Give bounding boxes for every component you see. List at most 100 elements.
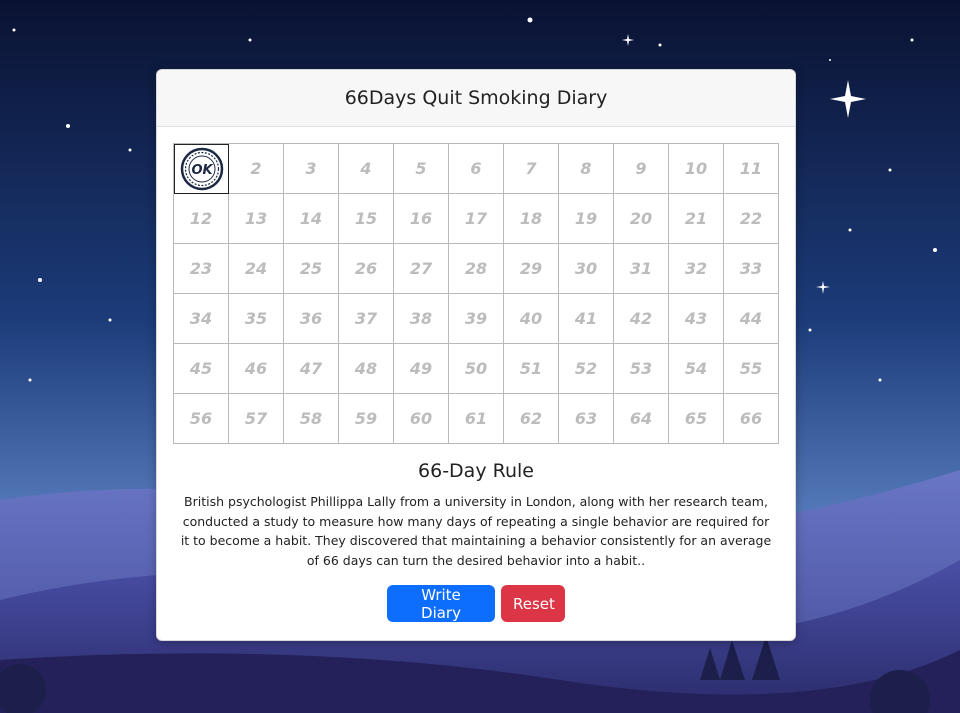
day-cell[interactable]: 21 (669, 194, 724, 244)
day-cell[interactable]: 42 (614, 294, 669, 344)
day-cell[interactable]: 48 (339, 344, 394, 394)
day-cell[interactable]: 49 (394, 344, 449, 394)
day-cell[interactable]: 31 (614, 244, 669, 294)
day-cell[interactable]: 18 (504, 194, 559, 244)
day-number: 47 (299, 359, 323, 378)
day-number: 28 (464, 259, 488, 278)
day-number: 30 (574, 259, 598, 278)
day-number: 26 (354, 259, 378, 278)
day-cell[interactable]: 39 (449, 294, 504, 344)
day-number: 17 (464, 209, 488, 228)
day-cell[interactable]: 36 (284, 294, 339, 344)
day-cell[interactable]: 4 (339, 144, 394, 194)
day-cell[interactable]: 46 (229, 344, 284, 394)
day-number: 14 (299, 209, 323, 228)
day-number: 12 (189, 209, 213, 228)
day-cell[interactable]: 17 (449, 194, 504, 244)
day-cell[interactable]: 40 (504, 294, 559, 344)
reset-button[interactable]: Reset (501, 585, 565, 622)
day-cell[interactable]: 3 (284, 144, 339, 194)
day-cell[interactable]: 19 (559, 194, 614, 244)
day-cell[interactable]: 33 (724, 244, 779, 294)
day-number: 59 (354, 409, 378, 428)
day-cell[interactable]: 53 (614, 344, 669, 394)
day-number: 5 (415, 159, 427, 178)
day-cell[interactable]: 66 (724, 394, 779, 444)
day-cell[interactable]: 44 (724, 294, 779, 344)
day-cell[interactable]: 61 (449, 394, 504, 444)
day-cell[interactable]: 16 (394, 194, 449, 244)
day-cell[interactable]: 34 (174, 294, 229, 344)
day-cell[interactable]: 25 (284, 244, 339, 294)
day-cell[interactable]: 29 (504, 244, 559, 294)
day-cell[interactable]: 64 (614, 394, 669, 444)
day-cell[interactable]: OK (174, 144, 229, 194)
day-cell[interactable]: 35 (229, 294, 284, 344)
day-cell[interactable]: 8 (559, 144, 614, 194)
day-cell[interactable]: 7 (504, 144, 559, 194)
day-cell[interactable]: 57 (229, 394, 284, 444)
day-cell[interactable]: 27 (394, 244, 449, 294)
day-number: 48 (354, 359, 378, 378)
day-cell[interactable]: 38 (394, 294, 449, 344)
day-cell[interactable]: 50 (449, 344, 504, 394)
day-number: 7 (525, 159, 537, 178)
day-cell[interactable]: 30 (559, 244, 614, 294)
day-number: 43 (684, 309, 708, 328)
day-number: 11 (739, 159, 763, 178)
day-cell[interactable]: 58 (284, 394, 339, 444)
day-cell[interactable]: 47 (284, 344, 339, 394)
day-number: 22 (739, 209, 763, 228)
day-cell[interactable]: 28 (449, 244, 504, 294)
day-cell[interactable]: 41 (559, 294, 614, 344)
day-cell[interactable]: 2 (229, 144, 284, 194)
day-number: 53 (629, 359, 653, 378)
day-number: 36 (299, 309, 323, 328)
day-number: 56 (189, 409, 213, 428)
day-cell[interactable]: 55 (724, 344, 779, 394)
day-cell[interactable]: 52 (559, 344, 614, 394)
day-cell[interactable]: 22 (724, 194, 779, 244)
day-cell[interactable]: 65 (669, 394, 724, 444)
day-number: 39 (464, 309, 488, 328)
day-cell[interactable]: 23 (174, 244, 229, 294)
day-cell[interactable]: 43 (669, 294, 724, 344)
day-number: 29 (519, 259, 543, 278)
day-cell[interactable]: 12 (174, 194, 229, 244)
day-number: 31 (629, 259, 653, 278)
rule-title: 66-Day Rule (418, 460, 534, 482)
day-number: 10 (684, 159, 708, 178)
day-cell[interactable]: 13 (229, 194, 284, 244)
day-cell[interactable]: 9 (614, 144, 669, 194)
day-cell[interactable]: 32 (669, 244, 724, 294)
day-number: 20 (629, 209, 653, 228)
day-cell[interactable]: 54 (669, 344, 724, 394)
day-cell[interactable]: 5 (394, 144, 449, 194)
day-number: 61 (464, 409, 488, 428)
day-cell[interactable]: 59 (339, 394, 394, 444)
day-cell[interactable]: 24 (229, 244, 284, 294)
day-cell[interactable]: 14 (284, 194, 339, 244)
day-cell[interactable]: 63 (559, 394, 614, 444)
day-number: 32 (684, 259, 708, 278)
day-cell[interactable]: 62 (504, 394, 559, 444)
day-cell[interactable]: 20 (614, 194, 669, 244)
day-number: 66 (739, 409, 763, 428)
day-number: 3 (305, 159, 317, 178)
day-cell[interactable]: 6 (449, 144, 504, 194)
day-cell[interactable]: 51 (504, 344, 559, 394)
action-buttons: Write Diary Reset (157, 585, 795, 622)
write-diary-button[interactable]: Write Diary (387, 585, 495, 622)
day-cell[interactable]: 26 (339, 244, 394, 294)
day-cell[interactable]: 37 (339, 294, 394, 344)
day-cell[interactable]: 60 (394, 394, 449, 444)
day-cell[interactable]: 45 (174, 344, 229, 394)
day-cell[interactable]: 56 (174, 394, 229, 444)
day-cell[interactable]: 15 (339, 194, 394, 244)
day-number: 16 (409, 209, 433, 228)
day-number: 35 (244, 309, 268, 328)
day-number: 51 (519, 359, 543, 378)
day-cell[interactable]: 10 (669, 144, 724, 194)
day-number: 44 (739, 309, 763, 328)
day-cell[interactable]: 11 (724, 144, 779, 194)
